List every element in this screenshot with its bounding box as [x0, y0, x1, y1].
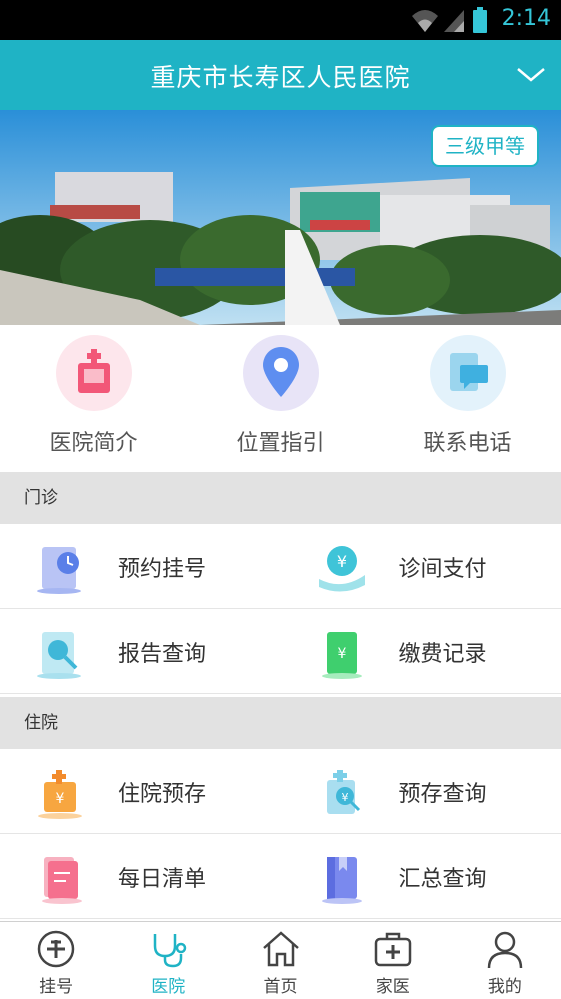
quick-item-location[interactable]: 位置指引 — [187, 325, 374, 470]
tab-label: 医院 — [151, 977, 186, 997]
menu-label: 住院预存 — [118, 782, 207, 807]
deposit-search-icon: ¥ — [326, 770, 360, 814]
outpatient-row-2: 报告查询 ¥ 缴费记录 — [0, 609, 561, 694]
user-icon — [487, 931, 523, 969]
svg-text:¥: ¥ — [56, 791, 65, 807]
tab-label: 我的 — [487, 977, 522, 997]
menu-label: 报告查询 — [118, 642, 207, 667]
chevron-down-icon[interactable] — [515, 60, 547, 92]
menu-appointment[interactable]: 预约挂号 — [0, 524, 281, 609]
menu-report-query[interactable]: 报告查询 — [0, 609, 281, 694]
app-header: 重庆市长寿区人民医院 — [0, 40, 561, 110]
hospital-title[interactable]: 重庆市长寿区人民医院 — [0, 58, 561, 94]
home-icon — [262, 931, 299, 967]
tab-family-doctor[interactable]: 家医 — [337, 922, 449, 999]
battery-icon — [473, 7, 487, 33]
hospital-grade-badge: 三级甲等 — [431, 125, 539, 167]
status-time: 2:14 — [501, 6, 551, 31]
summary-book-icon — [321, 857, 362, 904]
tab-home[interactable]: 首页 — [224, 922, 336, 999]
menu-inpatient-deposit[interactable]: ¥ 住院预存 — [0, 749, 281, 834]
quick-item-label: 联系电话 — [423, 431, 512, 456]
medical-kit-icon — [374, 932, 411, 967]
bottom-tab-bar: 挂号 医院 首页 家医 我的 — [0, 921, 561, 999]
quick-item-intro[interactable]: 医院简介 — [0, 325, 187, 470]
cell-signal-icon — [444, 10, 464, 32]
quick-item-label: 位置指引 — [236, 431, 325, 456]
menu-deposit-query[interactable]: ¥ 预存查询 — [281, 749, 561, 834]
menu-label: 每日清单 — [118, 867, 207, 892]
menu-summary-query[interactable]: 汇总查询 — [281, 834, 561, 919]
plus-circle-icon — [37, 930, 75, 968]
phone-book-icon — [429, 335, 506, 411]
green-receipt-icon: ¥ — [321, 632, 362, 679]
status-bar: 2:14 — [0, 0, 561, 40]
tab-label: 家医 — [375, 977, 410, 997]
menu-payment-records[interactable]: ¥ 缴费记录 — [281, 609, 561, 694]
location-pin-icon — [242, 335, 319, 411]
quick-links: 医院简介 位置指引 联系电话 — [0, 325, 561, 470]
svg-text:¥: ¥ — [337, 646, 346, 662]
appointment-clock-icon — [37, 547, 81, 594]
svg-text:¥: ¥ — [341, 791, 348, 804]
menu-label: 缴费记录 — [398, 642, 487, 667]
hospital-icon — [55, 335, 132, 411]
tab-profile[interactable]: 我的 — [449, 922, 561, 999]
svg-text:¥: ¥ — [336, 552, 346, 571]
section-inpatient: 住院 — [0, 697, 561, 749]
stethoscope-icon — [154, 934, 187, 968]
tab-register[interactable]: 挂号 — [0, 922, 112, 999]
tab-hospital[interactable]: 医院 — [112, 922, 224, 999]
tab-label: 挂号 — [39, 977, 74, 997]
menu-label: 预约挂号 — [118, 557, 207, 582]
section-outpatient: 门诊 — [0, 472, 561, 524]
hospital-banner-image: 三级甲等 — [0, 110, 561, 325]
menu-label: 诊间支付 — [398, 557, 487, 582]
deposit-bag-icon: ¥ — [38, 770, 82, 819]
inpatient-row-1: ¥ 住院预存 ¥ 预存查询 — [0, 749, 561, 834]
wifi-icon — [412, 10, 438, 32]
outpatient-row-1: 预约挂号 ¥ 诊间支付 — [0, 524, 561, 609]
yen-hand-icon: ¥ — [318, 546, 365, 592]
quick-item-phone[interactable]: 联系电话 — [374, 325, 561, 470]
menu-label: 汇总查询 — [398, 867, 487, 892]
report-search-icon — [37, 632, 81, 679]
menu-clinic-payment[interactable]: ¥ 诊间支付 — [281, 524, 561, 609]
inpatient-row-2: 每日清单 汇总查询 — [0, 834, 561, 919]
quick-item-label: 医院简介 — [49, 431, 138, 456]
daily-list-icon — [42, 857, 82, 904]
tab-label: 首页 — [263, 977, 298, 997]
menu-label: 预存查询 — [398, 782, 487, 807]
menu-daily-list[interactable]: 每日清单 — [0, 834, 281, 919]
